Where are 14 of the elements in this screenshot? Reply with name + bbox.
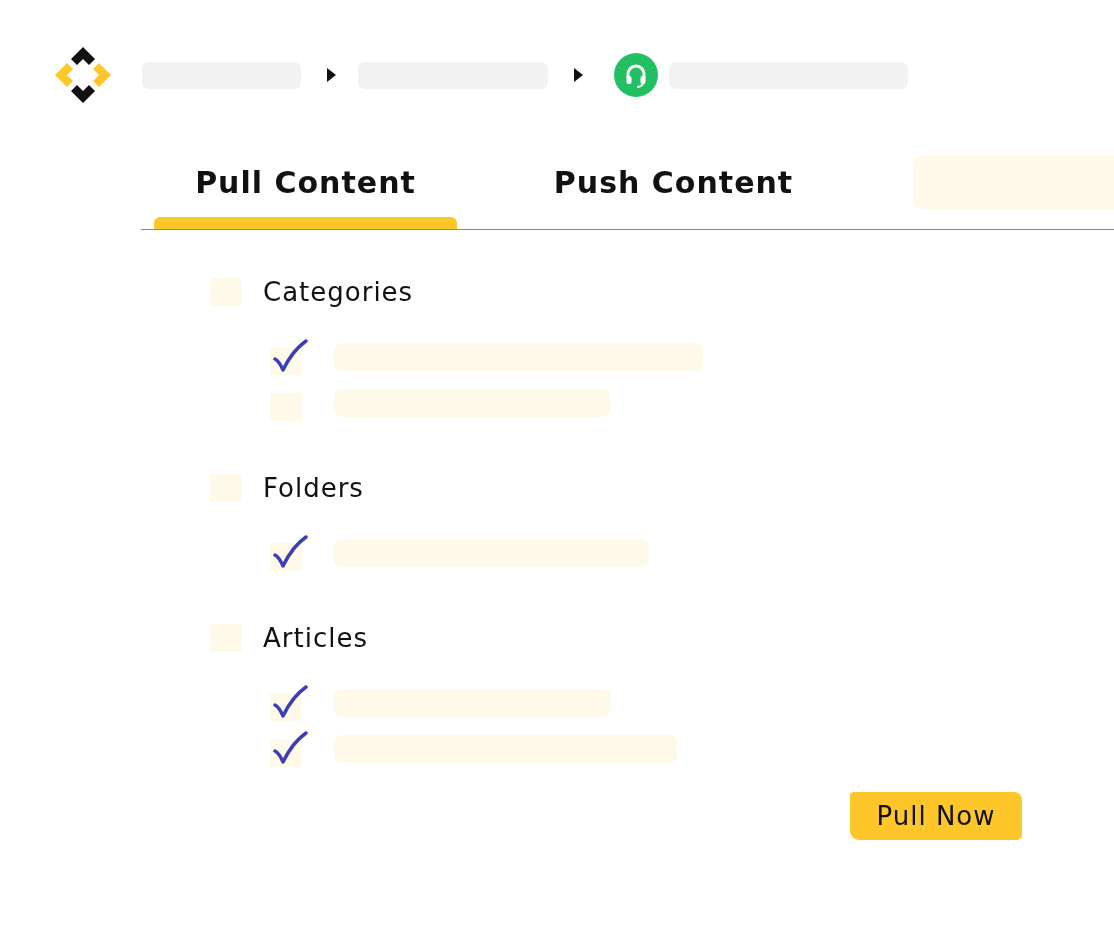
pull-now-button[interactable]: Pull Now [850,792,1022,840]
section-label: Categories [263,277,414,307]
check-icon [272,685,308,719]
section-label: Folders [263,473,364,503]
caret-icon [327,68,336,82]
tab[interactable]: Pull Content [154,150,457,229]
check-icon [272,339,308,373]
caret-icon [574,68,583,82]
check-icon [272,731,308,765]
section-label: Articles [263,623,368,653]
logo-icon [55,47,111,103]
tab[interactable]: Push Content [522,150,825,229]
headset-icon [614,53,658,97]
check-icon [272,535,308,569]
